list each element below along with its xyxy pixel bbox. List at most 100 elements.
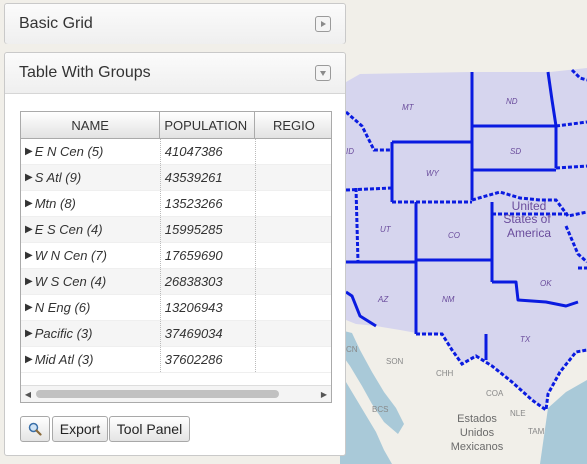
state-label-az: AZ [377, 295, 389, 304]
group-name: N Eng (6) [34, 300, 91, 315]
population-cell: 17659690 [161, 243, 256, 268]
group-row[interactable]: ▶ Mtn (8) 13523266 [21, 191, 331, 217]
state-label-id: ID [346, 147, 354, 156]
population-cell: 13523266 [161, 191, 256, 216]
expand-group-icon[interactable]: ▶ [25, 302, 33, 313]
zoom-button[interactable] [20, 416, 50, 442]
group-name: W N Cen (7) [34, 248, 107, 263]
region-cell [256, 321, 331, 346]
group-name: E S Cen (4) [34, 222, 103, 237]
region-cell [256, 191, 331, 216]
population-cell: 26838303 [161, 269, 256, 294]
magnifier-icon [28, 422, 42, 436]
region-cell [256, 217, 331, 242]
region-cell [256, 295, 331, 320]
population-cell: 41047386 [161, 139, 256, 164]
group-row[interactable]: ▶ W S Cen (4) 26838303 [21, 269, 331, 295]
table-with-groups-header[interactable]: Table With Groups [5, 53, 345, 94]
group-name-cell: ▶ Mtn (8) [21, 191, 161, 216]
expand-group-icon[interactable]: ▶ [25, 354, 33, 365]
population-cell: 37469034 [161, 321, 256, 346]
group-name-cell: ▶ Mid Atl (3) [21, 347, 161, 372]
svg-text:Unidos: Unidos [460, 427, 495, 439]
group-row[interactable]: ▶ N Eng (6) 13206943 [21, 295, 331, 321]
region-cell [256, 269, 331, 294]
expand-group-icon[interactable]: ▶ [25, 224, 33, 235]
collapse-down-icon[interactable] [315, 65, 331, 81]
group-row[interactable]: ▶ S Atl (9) 43539261 [21, 165, 331, 191]
expand-right-icon[interactable] [315, 16, 331, 32]
state-label-mt: MT [402, 103, 415, 112]
horizontal-scrollbar[interactable]: ◀ ▶ [21, 385, 331, 402]
population-cell: 15995285 [161, 217, 256, 242]
scrollbar-thumb[interactable] [36, 390, 279, 398]
scroll-right-icon[interactable]: ▶ [317, 386, 331, 402]
group-row[interactable]: ▶ Mid Atl (3) 37602286 [21, 347, 331, 373]
svg-text:BCS: BCS [372, 405, 388, 414]
svg-text:America: America [507, 226, 551, 240]
group-name: Mid Atl (3) [34, 352, 94, 367]
svg-text:COA: COA [486, 389, 504, 398]
group-name-cell: ▶ E S Cen (4) [21, 217, 161, 242]
basic-grid-title: Basic Grid [19, 15, 93, 32]
svg-text:Mexicanos: Mexicanos [451, 441, 504, 453]
svg-text:NLE: NLE [510, 409, 526, 418]
group-name-cell: ▶ N Eng (6) [21, 295, 161, 320]
group-name-cell: ▶ W N Cen (7) [21, 243, 161, 268]
svg-text:States of: States of [503, 212, 551, 226]
svg-text:Estados: Estados [457, 413, 497, 425]
column-header-population[interactable]: POPULATION [160, 112, 255, 138]
expand-group-icon[interactable]: ▶ [25, 328, 33, 339]
state-label-wy: WY [426, 169, 440, 178]
state-label-tx: TX [520, 335, 531, 344]
state-label-sd: SD [510, 147, 521, 156]
expand-group-icon[interactable]: ▶ [25, 146, 33, 157]
export-button[interactable]: Export [52, 416, 108, 442]
grid-body: ▶ E N Cen (5) 41047386 ▶ S Atl (9) 43539261 ▶ M… [21, 139, 331, 373]
group-row[interactable]: ▶ W N Cen (7) 17659690 [21, 243, 331, 269]
region-cell [256, 347, 331, 372]
group-name: E N Cen (5) [34, 144, 104, 159]
grid-header: NAME POPULATION REGIO [21, 112, 331, 139]
population-cell: 37602286 [161, 347, 256, 372]
group-row[interactable]: ▶ Pacific (3) 37469034 [21, 321, 331, 347]
group-name-cell: ▶ Pacific (3) [21, 321, 161, 346]
group-row[interactable]: ▶ E N Cen (5) 41047386 [21, 139, 331, 165]
population-cell: 43539261 [161, 165, 256, 190]
column-header-region[interactable]: REGIO [255, 112, 331, 138]
group-name: S Atl (9) [34, 170, 82, 185]
expand-group-icon[interactable]: ▶ [25, 172, 33, 183]
group-grid[interactable]: NAME POPULATION REGIO ▶ E N Cen (5) 410473… [20, 111, 332, 403]
svg-text:TAM: TAM [528, 427, 545, 436]
group-name: Mtn (8) [34, 196, 76, 211]
region-cell [256, 165, 331, 190]
population-cell: 13206943 [161, 295, 256, 320]
basic-grid-panel: Basic Grid [4, 3, 346, 44]
state-label-nm: NM [442, 295, 455, 304]
svg-text:CN: CN [346, 345, 358, 354]
group-name-cell: ▶ E N Cen (5) [21, 139, 161, 164]
table-with-groups-panel: Table With Groups NAME POPULATION REGIO … [4, 52, 346, 456]
expand-group-icon[interactable]: ▶ [25, 276, 33, 287]
scroll-left-icon[interactable]: ◀ [21, 386, 35, 402]
tool-panel-button[interactable]: Tool Panel [109, 416, 190, 442]
column-header-name[interactable]: NAME [21, 112, 161, 138]
region-cell [256, 139, 331, 164]
group-row[interactable]: ▶ E S Cen (4) 15995285 [21, 217, 331, 243]
group-name: W S Cen (4) [34, 274, 107, 289]
table-with-groups-title: Table With Groups [19, 64, 151, 81]
group-name-cell: ▶ W S Cen (4) [21, 269, 161, 294]
state-label-ut: UT [380, 225, 392, 234]
state-label-co: CO [448, 231, 460, 240]
svg-text:United: United [512, 199, 547, 213]
basic-grid-header[interactable]: Basic Grid [5, 4, 345, 44]
expand-group-icon[interactable]: ▶ [25, 198, 33, 209]
region-cell [256, 243, 331, 268]
expand-group-icon[interactable]: ▶ [25, 250, 33, 261]
group-name-cell: ▶ S Atl (9) [21, 165, 161, 190]
state-label-ok: OK [540, 279, 552, 288]
svg-text:SON: SON [386, 357, 404, 366]
group-name: Pacific (3) [34, 326, 93, 341]
svg-text:CHH: CHH [436, 369, 454, 378]
state-label-nd: ND [506, 97, 518, 106]
